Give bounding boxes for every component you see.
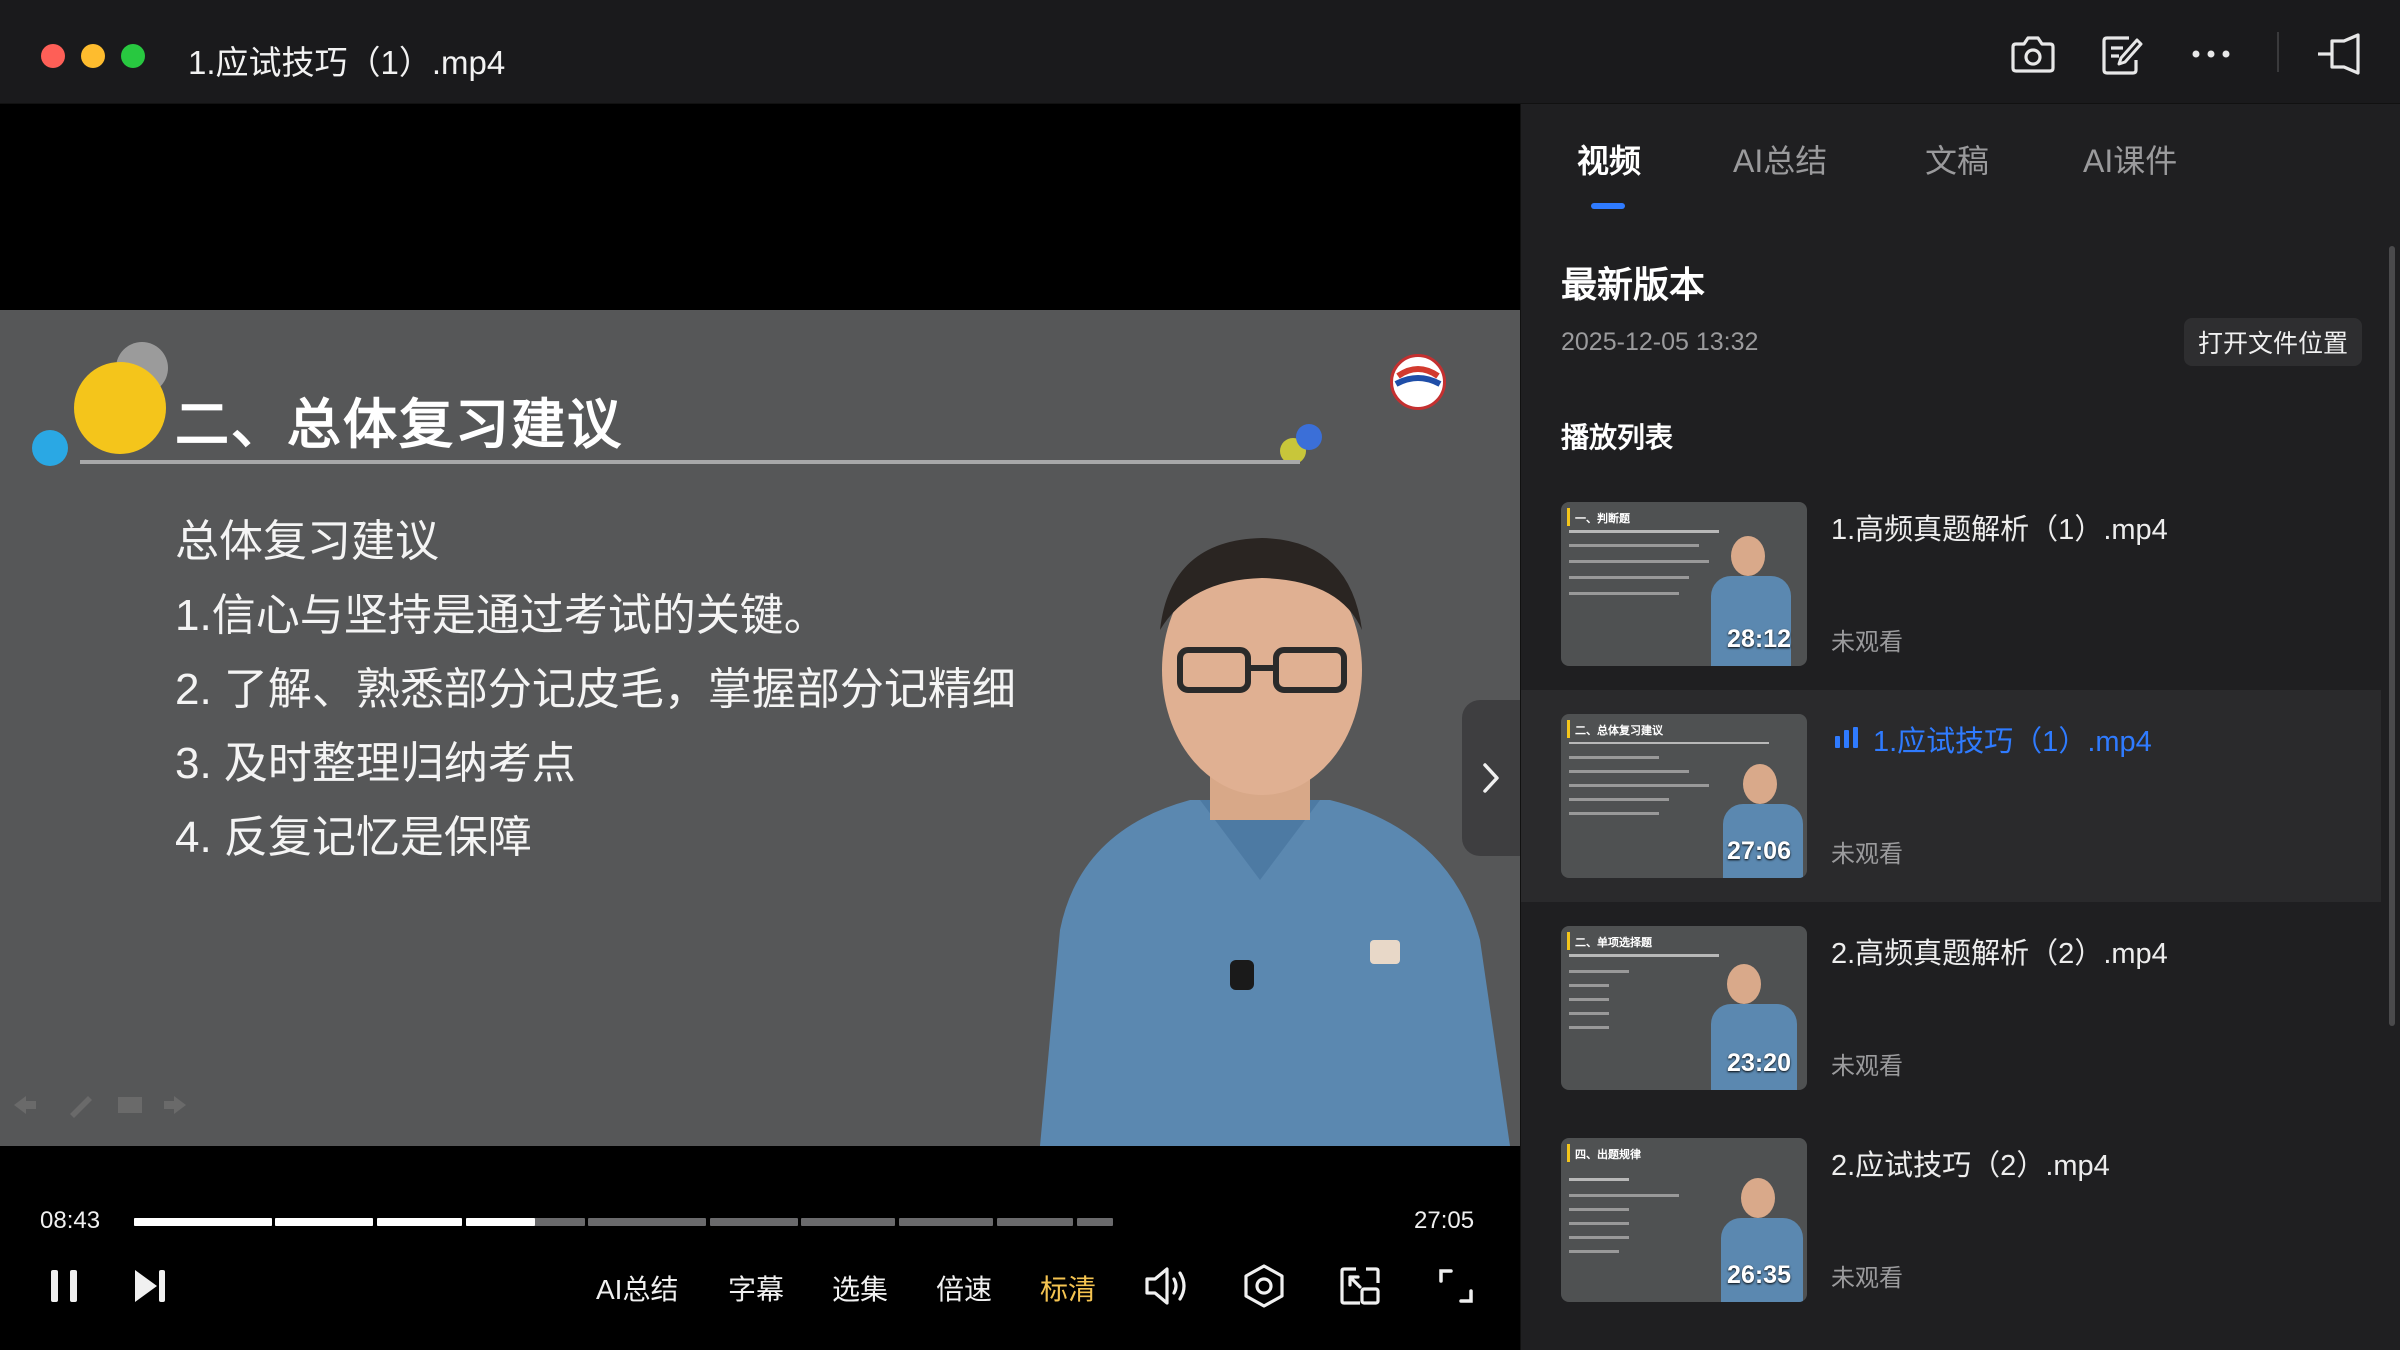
settings-icon [1244,1264,1284,1308]
playlist-item-name: 1.应试技巧（1）.mp4 [1873,726,2152,758]
watch-status: 未观看 [1831,1265,1903,1292]
picture-in-picture-icon [1340,1267,1380,1305]
watch-status: 未观看 [1831,841,1903,868]
video-duration: 28:12 [1727,625,1791,653]
thumbnail-title: 四、出题规律 [1575,1149,1641,1161]
next-episode-button[interactable] [122,1258,178,1314]
playlist-item-active[interactable]: 二、总体复习建议 27:06 1.应试技巧（1）.mp4 未观看 [1521,690,2381,902]
toolbar-divider [2277,32,2279,72]
slide-content: 总体复习建议 1.信心与坚持是通过考试的关键。 2. 了解、熟悉部分记皮毛，掌握… [175,505,1016,875]
tab-transcript[interactable]: 文稿 [1925,136,1989,182]
tab-video[interactable]: 视频 [1577,136,1641,182]
progress-segment[interactable] [1076,1218,1114,1226]
fullscreen-icon [1439,1269,1473,1303]
current-time: 08:43 [40,1207,101,1234]
pause-button[interactable] [36,1258,92,1314]
watch-status: 未观看 [1831,1053,1903,1080]
slide-text-line: 2. 了解、熟悉部分记皮毛，掌握部分记精细 [175,665,1016,714]
window-close-button[interactable] [41,44,65,68]
ai-summary-button[interactable]: AI总结 [596,1268,678,1308]
slide-text-line: 1.信心与坚持是通过考试的关键。 [175,591,828,640]
decor-dot [74,362,166,454]
presenter-figure [1040,538,1510,1146]
settings-button[interactable] [1236,1258,1292,1314]
slide-text-line: 4. 反复记忆是保障 [175,813,532,862]
playlist-item[interactable]: 一、判断题 28:12 1.高频真题解析（1）.mp4 未观看 [1521,478,2381,690]
video-player[interactable]: 二、总体复习建议 总体复习建议 1.信心与坚持是通过考试的关键。 2. 了解、熟… [0,104,1520,1350]
video-thumbnail: 一、判断题 28:12 [1561,502,1807,666]
note-edit-icon[interactable] [2094,26,2150,82]
progress-segment[interactable] [588,1218,707,1226]
watch-status: 未观看 [1831,629,1903,656]
video-duration: 27:06 [1727,837,1791,865]
progress-played [376,1218,462,1226]
episodes-button[interactable]: 选集 [832,1268,888,1308]
video-thumbnail: 二、总体复习建议 27:06 [1561,714,1807,878]
version-title: 最新版本 [1561,264,1706,305]
thumbnail-title: 一、判断题 [1575,513,1630,525]
progress-played [465,1218,535,1226]
video-thumbnail: 二、单项选择题 23:20 [1561,926,1807,1090]
slide-divider [80,460,1300,464]
chevron-right-icon [1483,763,1499,793]
window-title: 1.应试技巧（1）.mp4 [188,44,506,81]
speed-button[interactable]: 倍速 [936,1268,992,1308]
next-slide-button[interactable] [1462,700,1520,856]
video-duration: 26:35 [1727,1261,1791,1289]
slide-heading: 二、总体复习建议 [175,395,623,455]
logo-icon [1390,354,1446,410]
window-minimize-button[interactable] [81,44,105,68]
open-file-location-button[interactable]: 打开文件位置 [2184,318,2362,366]
pin-window-icon[interactable] [2311,26,2367,82]
camera-icon[interactable] [2005,26,2061,82]
decor-dot [1296,424,1322,450]
playlist-item-name: 1.高频真题解析（1）.mp4 [1831,514,2168,546]
thumbnail-title: 二、总体复习建议 [1575,725,1663,737]
playlist-item[interactable]: 二、单项选择题 23:20 2.高频真题解析（2）.mp4 未观看 [1521,902,2381,1114]
video-duration: 23:20 [1727,1049,1791,1077]
playlist-scrollbar[interactable] [2389,246,2395,1026]
progress-segment[interactable] [898,1218,993,1226]
version-date: 2025-12-05 13:32 [1561,328,1759,356]
playlist-title: 播放列表 [1561,422,1674,453]
thumbnail-title: 二、单项选择题 [1575,937,1652,949]
fullscreen-button[interactable] [1428,1258,1484,1314]
slide-toolbar-icons [14,1096,186,1118]
video-frame: 二、总体复习建议 总体复习建议 1.信心与坚持是通过考试的关键。 2. 了解、熟… [0,310,1520,1146]
pause-icon [51,1270,77,1302]
now-playing-icon [1835,727,1858,748]
video-thumbnail: 四、出题规律 26:35 [1561,1138,1807,1302]
progress-played [134,1218,272,1226]
tab-ai-courseware[interactable]: AI课件 [2083,136,2177,182]
title-bar: 1.应试技巧（1）.mp4 [0,0,2400,104]
decor-dot [32,430,68,466]
subtitles-button[interactable]: 字幕 [728,1268,784,1308]
side-panel: 视频 AI总结 文稿 AI课件 最新版本 2025-12-05 13:32 打开… [1520,104,2400,1350]
playlist-item-name: 2.应试技巧（2）.mp4 [1831,1150,2110,1182]
slide-text-line: 3. 及时整理归纳考点 [175,739,576,788]
playlist-item-name: 2.高频真题解析（2）.mp4 [1831,938,2168,970]
slide-text-line: 总体复习建议 [175,517,439,566]
volume-button[interactable] [1140,1258,1196,1314]
active-tab-indicator [1591,203,1625,209]
progress-segment[interactable] [801,1218,896,1226]
total-time: 27:05 [1414,1207,1475,1234]
quality-button[interactable]: 标清 [1040,1268,1096,1308]
picture-in-picture-button[interactable] [1332,1258,1388,1314]
progress-segment[interactable] [709,1218,798,1226]
more-icon[interactable] [2183,26,2239,82]
skip-next-icon [135,1270,165,1302]
progress-segment[interactable] [996,1218,1073,1226]
progress-bar[interactable] [134,1218,1386,1226]
tab-ai-summary[interactable]: AI总结 [1733,136,1827,182]
playlist-item[interactable]: 四、出题规律 26:35 2.应试技巧（2）.mp4 未观看 [1521,1114,2381,1326]
window-zoom-button[interactable] [121,44,145,68]
volume-icon [1145,1267,1186,1305]
progress-played [275,1218,374,1226]
